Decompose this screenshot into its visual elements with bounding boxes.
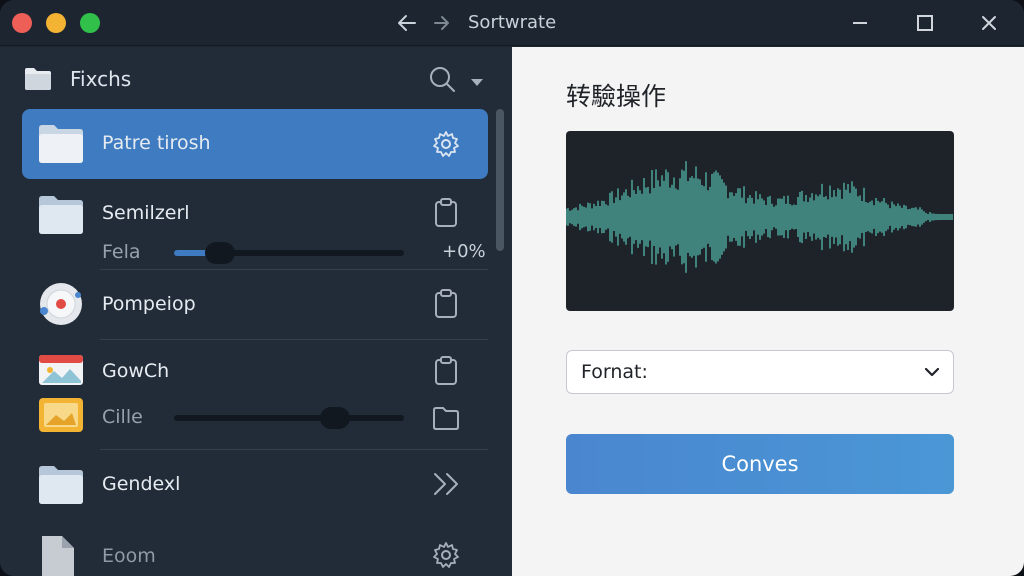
minimize-icon[interactable] — [848, 11, 872, 35]
convert-label: Conves — [721, 452, 799, 476]
minimize-window-button[interactable] — [46, 13, 66, 33]
app-window: Sortwrate Fixchs Patre tirosh Semilzerl … — [0, 0, 1024, 576]
waveform-graphic — [566, 161, 953, 273]
sidebar-item-patre-tirosh[interactable]: Patre tirosh — [22, 109, 488, 179]
close-window-button[interactable] — [12, 13, 32, 33]
gear-icon[interactable] — [432, 130, 460, 162]
divider — [100, 269, 488, 270]
image-icon — [38, 397, 84, 437]
folder-icon — [38, 124, 84, 168]
divider — [100, 449, 488, 450]
gear-icon[interactable] — [432, 541, 460, 573]
convert-button[interactable]: Conves — [566, 434, 954, 494]
panel-title: 转驗操作 — [566, 82, 667, 111]
format-label: Fornat: — [581, 361, 648, 383]
sidebar-title: Fixchs — [70, 67, 132, 91]
slider-track[interactable] — [174, 415, 404, 421]
slider-value: +0% — [442, 241, 486, 262]
sidebar: Fixchs Patre tirosh Semilzerl Fela +0% P… — [0, 47, 512, 576]
document-icon — [38, 535, 78, 576]
double-chevron-icon[interactable] — [432, 471, 462, 501]
sidebar-item-label: Gendexl — [102, 473, 181, 495]
sidebar-header: Fixchs — [0, 47, 512, 107]
sub-label: Fela — [102, 241, 141, 263]
clipboard-icon[interactable] — [432, 289, 460, 323]
zoom-window-button[interactable] — [80, 13, 100, 33]
folder-icon — [24, 67, 52, 95]
sidebar-item-label: Semilzerl — [102, 202, 190, 224]
audio-waveform[interactable] — [566, 131, 954, 311]
sidebar-item-pompeiop[interactable]: Pompeiop — [22, 273, 488, 339]
close-icon[interactable] — [977, 11, 1001, 35]
disc-icon — [38, 281, 84, 331]
back-arrow-icon[interactable] — [394, 10, 420, 36]
conversion-panel: 转驗操作 Fornat: Conves — [512, 47, 1024, 576]
folder-icon — [38, 195, 84, 239]
maximize-icon[interactable] — [913, 11, 937, 35]
forward-arrow-icon[interactable] — [430, 10, 456, 36]
window-title: Sortwrate — [468, 12, 557, 33]
format-select[interactable]: Fornat: — [566, 350, 954, 394]
scrollbar-thumb[interactable] — [496, 109, 504, 251]
clipboard-icon[interactable] — [432, 198, 460, 232]
sidebar-item-gowch[interactable]: GowCh Cille — [22, 343, 488, 449]
slider-knob[interactable] — [205, 242, 235, 264]
folder-outline-icon[interactable] — [432, 405, 460, 435]
sidebar-item-label: Eoom — [102, 545, 156, 567]
sidebar-item-label: Patre tirosh — [102, 132, 211, 154]
sidebar-item-eoom[interactable]: Eoom — [22, 523, 488, 576]
search-icon[interactable] — [428, 65, 456, 97]
sidebar-item-semilzerl[interactable]: Semilzerl Fela +0% — [22, 185, 488, 277]
caret-down-icon[interactable] — [470, 73, 484, 92]
sub-label: Cille — [102, 406, 143, 428]
title-bar: Sortwrate — [0, 0, 1024, 46]
slider-knob[interactable] — [320, 407, 350, 429]
folder-icon — [38, 465, 84, 509]
image-icon — [38, 354, 84, 390]
sidebar-item-label: Pompeiop — [102, 293, 196, 315]
clipboard-icon[interactable] — [432, 356, 460, 390]
chevron-down-icon — [923, 363, 941, 385]
sidebar-item-gendexl[interactable]: Gendexl — [22, 453, 488, 519]
divider — [100, 339, 488, 340]
sidebar-item-label: GowCh — [102, 360, 170, 382]
